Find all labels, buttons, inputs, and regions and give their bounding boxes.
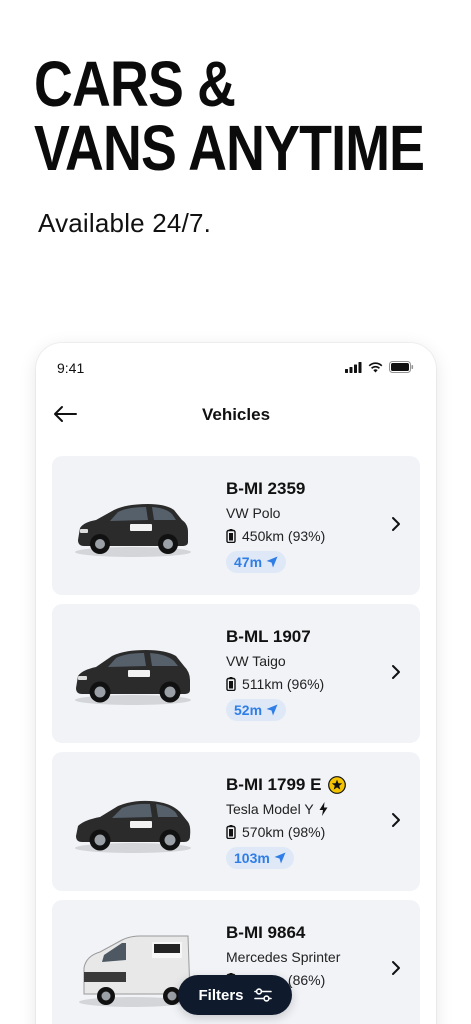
status-time: 9:41 (57, 360, 85, 376)
distance-chip: 52m (226, 699, 287, 721)
status-icons (345, 361, 414, 373)
vehicle-model: VW Polo (226, 505, 281, 521)
chevron-right-icon (392, 813, 400, 827)
car-image-hatchback (75, 504, 191, 557)
location-arrow-icon (266, 556, 278, 568)
vehicle-model: VW Taigo (226, 653, 286, 669)
vehicle-range: 511km (96%) (226, 674, 324, 694)
app-screen: CARS & VANS ANYTIME Available 24/7. 9:41 (0, 0, 471, 1024)
vehicle-plate: B-MI 1799 E (226, 774, 347, 796)
status-bar: 9:41 (36, 343, 436, 391)
car-image-tesla (75, 800, 191, 853)
wifi-icon (368, 361, 383, 372)
sliders-icon (253, 988, 272, 1002)
chevron-right-icon (392, 961, 400, 975)
star-icon (328, 776, 347, 794)
vehicle-range: 450km (93%) (226, 526, 325, 546)
distance-chip: 103m (226, 847, 294, 869)
signal-icon (345, 361, 362, 373)
distance-chip: 47m (226, 551, 287, 573)
vehicle-plate: B-MI 9864 (226, 923, 306, 942)
hero-title-line1: CARS & (34, 48, 236, 120)
vehicle-plate: B-ML 1907 (226, 627, 311, 646)
car-image-suv (75, 650, 191, 705)
vehicle-info: B-MI 2359 VW Polo 450km (93%) 47m (226, 478, 325, 573)
vehicle-info: B-ML 1907 VW Taigo 511km (96%) 52m (226, 626, 324, 721)
vehicle-plate: B-MI 2359 (226, 479, 306, 498)
chevron-right-icon (392, 517, 400, 531)
vehicle-range: 570km (98%) (226, 822, 346, 842)
vehicle-model: Mercedes Sprinter (226, 949, 341, 965)
chevron-right-icon (392, 665, 400, 679)
location-arrow-icon (266, 704, 278, 716)
nav-bar: Vehicles (36, 395, 436, 435)
hero-subtitle: Available 24/7. (38, 208, 212, 238)
battery-level-icon (226, 825, 236, 839)
van-image-sprinter (79, 935, 191, 1007)
filters-button[interactable]: Filters (178, 975, 292, 1015)
location-arrow-icon (274, 852, 286, 864)
lightning-icon (319, 802, 328, 816)
hero-title: CARS & VANS ANYTIME (34, 48, 425, 184)
vehicle-card[interactable]: B-MI 1799 E Tesla Model Y 570km (98%) 10… (52, 752, 420, 891)
battery-icon (389, 361, 414, 373)
phone-frame: 9:41 Vehicles B-MI 2359 VW Polo 450km (9… (36, 343, 436, 1024)
vehicle-card[interactable]: B-ML 1907 VW Taigo 511km (96%) 52m (52, 604, 420, 743)
hero-title-line2: VANS ANYTIME (34, 112, 425, 184)
battery-level-icon (226, 529, 236, 543)
filters-label: Filters (198, 986, 244, 1004)
battery-level-icon (226, 677, 236, 691)
vehicle-list: B-MI 2359 VW Polo 450km (93%) 47m B-ML 1… (52, 456, 420, 1024)
vehicle-card[interactable]: B-MI 2359 VW Polo 450km (93%) 47m (52, 456, 420, 595)
vehicle-info: B-MI 1799 E Tesla Model Y 570km (98%) 10… (226, 774, 347, 869)
page-title: Vehicles (201, 405, 271, 424)
vehicle-model: Tesla Model Y (226, 799, 346, 819)
